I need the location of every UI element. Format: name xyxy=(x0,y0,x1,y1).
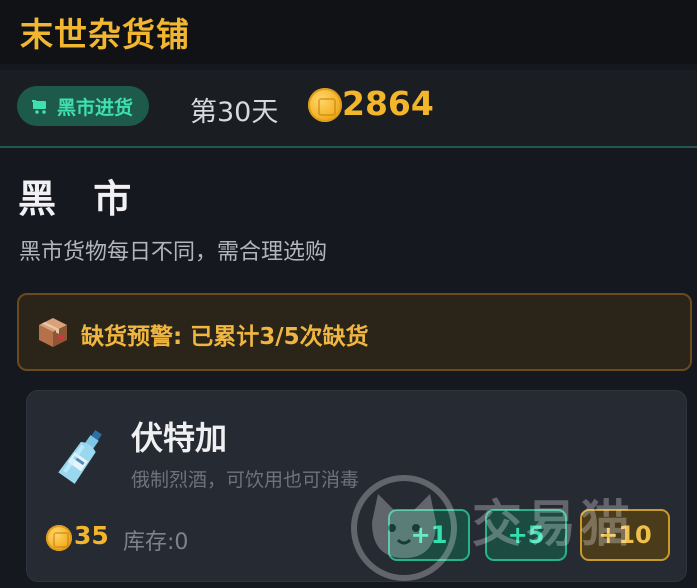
cart-icon xyxy=(32,100,46,114)
gold-amount: 2864 xyxy=(342,84,434,123)
item-name: 伏特加 xyxy=(131,419,228,457)
item-price: 35 xyxy=(74,521,109,550)
game-screen: 末世杂货铺 黑市进货 第30天 2864 黑 市 黑市货物每日不同，需合理选购 … xyxy=(0,0,697,588)
market-description: 黑市货物每日不同，需合理选购 xyxy=(19,240,328,265)
black-market-mode-badge[interactable]: 黑市进货 xyxy=(17,86,150,126)
add-5-button[interactable]: +5 xyxy=(485,509,567,561)
gold-coin-icon xyxy=(308,88,342,122)
item-card-vodka: 伏特加 俄制烈酒，可饮用也可消毒 35 库存:0 +1 +5 +10 xyxy=(26,390,687,582)
header-divider xyxy=(0,146,697,148)
warning-text: 缺货预警: 已累计3/5次缺货 xyxy=(81,324,369,350)
day-counter: 第30天 xyxy=(190,97,279,128)
shortage-warning: 缺货预警: 已累计3/5次缺货 xyxy=(17,293,692,371)
status-bar: 黑市进货 第30天 2864 xyxy=(0,70,697,146)
market-title: 黑 市 xyxy=(18,177,144,221)
vodka-bottle-icon xyxy=(58,429,102,484)
mode-label: 黑市进货 xyxy=(57,96,134,119)
add-10-button[interactable]: +10 xyxy=(580,509,670,561)
price-coin-icon xyxy=(46,525,72,551)
add-1-button[interactable]: +1 xyxy=(388,509,470,561)
title-bar: 末世杂货铺 xyxy=(0,0,697,64)
package-box-icon xyxy=(39,318,67,347)
game-title: 末世杂货铺 xyxy=(20,15,190,54)
item-description: 俄制烈酒，可饮用也可消毒 xyxy=(131,469,360,491)
item-stock: 库存:0 xyxy=(123,530,189,555)
